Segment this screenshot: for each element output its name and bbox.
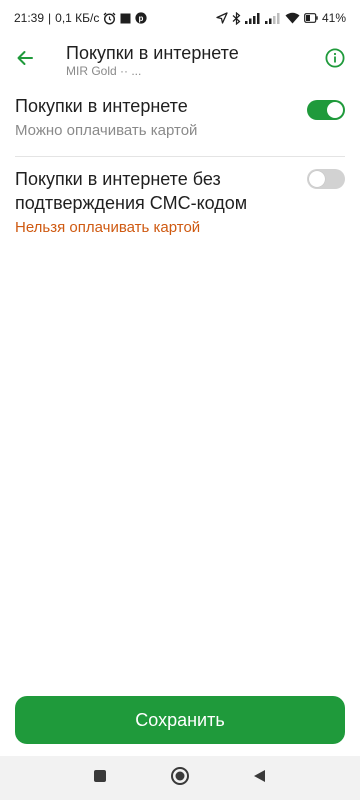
status-right: 41% <box>216 11 346 25</box>
setting-title: Покупки в интернете <box>15 96 188 116</box>
setting-text: Покупки в интернете Можно оплачивать кар… <box>15 94 345 142</box>
status-time: 21:39 <box>14 11 45 25</box>
location-arrow-icon <box>216 12 228 24</box>
stop-square-icon <box>120 13 131 24</box>
bluetooth-icon <box>232 11 241 25</box>
signal-strength-2-icon <box>264 12 281 24</box>
back-button[interactable] <box>0 36 50 84</box>
app-header: Покупки в интернете MIR Gold ·· ... <box>0 36 360 84</box>
page-title: Покупки в интернете <box>66 43 239 63</box>
nav-recent-button[interactable] <box>80 758 120 798</box>
card-subtitle: MIR Gold ·· ... <box>66 64 142 78</box>
setting-status: Можно оплачивать картой <box>15 122 198 139</box>
info-circle-icon <box>325 47 345 73</box>
status-left: 21:39 | 0,1 КБ/с p <box>14 11 147 25</box>
arrow-left-icon <box>16 49 34 72</box>
toggle-knob <box>327 102 343 118</box>
status-net-speed: 0,1 КБ/с <box>55 11 100 25</box>
signal-strength-icon <box>244 12 261 24</box>
setting-status: Нельзя оплачивать картой <box>15 219 201 236</box>
toggle-knob <box>309 171 325 187</box>
setting-text: Покупки в интернете без подтверждения СМ… <box>15 167 345 239</box>
battery-icon <box>304 12 318 24</box>
nav-home-button[interactable] <box>160 758 200 798</box>
nav-back-button[interactable] <box>240 758 280 798</box>
system-nav-bar <box>0 756 360 800</box>
pinterest-icon: p <box>135 12 147 24</box>
wifi-icon <box>285 12 300 24</box>
no-sms-purchases-toggle[interactable] <box>307 169 345 189</box>
battery-level: 41% <box>321 11 346 25</box>
save-button[interactable]: Сохранить <box>15 696 345 744</box>
circle-icon <box>170 766 190 791</box>
info-button[interactable] <box>310 36 360 84</box>
settings-list: Покупки в интернете Можно оплачивать кар… <box>0 84 360 253</box>
online-purchases-toggle[interactable] <box>307 100 345 120</box>
status-bar: 21:39 | 0,1 КБ/с p 41% <box>0 0 360 36</box>
setting-title: Покупки в интернете без подтверждения СМ… <box>15 169 248 213</box>
status-separator: | <box>48 11 52 25</box>
square-icon <box>93 769 107 788</box>
screen: 21:39 | 0,1 КБ/с p 41% Покупки в интерне… <box>0 0 360 800</box>
setting-no-sms-purchases: Покупки в интернете без подтверждения СМ… <box>15 156 345 253</box>
triangle-back-icon <box>252 768 268 789</box>
alarm-icon <box>103 12 116 25</box>
setting-online-purchases: Покупки в интернете Можно оплачивать кар… <box>15 84 345 156</box>
header-titles: Покупки в интернете MIR Gold ·· ... <box>50 42 310 78</box>
svg-text:p: p <box>139 14 144 23</box>
